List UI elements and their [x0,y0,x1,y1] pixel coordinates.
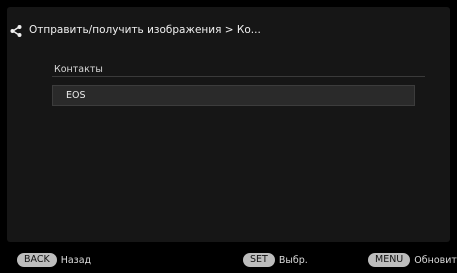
list-item-eos[interactable]: EOS [52,85,415,106]
back-label: Назад [60,254,92,266]
content-panel [7,7,450,242]
back-key-badge: BACK [17,253,57,267]
set-key-badge: SET [243,253,275,267]
menu-label: Обновить [414,254,457,266]
set-hint[interactable]: SET Выбр. [243,251,308,269]
footer-hints: BACK Назад SET Выбр. MENU Обновить [0,251,457,269]
back-hint[interactable]: BACK Назад [17,251,91,269]
menu-hint[interactable]: MENU Обновить [368,251,457,269]
section-divider [52,76,425,77]
camera-screen: Отправить/получить изображения > Ко... К… [0,0,457,273]
section-heading-contacts: Контакты [54,64,103,75]
menu-key-badge: MENU [368,253,411,267]
header: Отправить/получить изображения > Ко... [9,19,261,41]
share-icon [9,23,23,37]
set-label: Выбр. [278,254,308,266]
page-title: Отправить/получить изображения > Ко... [29,24,261,36]
list-item-label: EOS [66,90,86,101]
